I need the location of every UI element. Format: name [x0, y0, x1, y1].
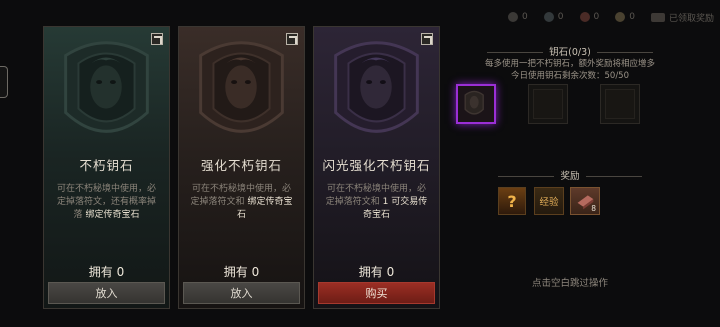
- keystone-card-empowered[interactable]: 强化不朽钥石 可在不朽秘境中使用，必定掉落符文和 绑定传奇宝石 拥有 0 放入: [178, 26, 305, 309]
- expand-icon[interactable]: [286, 33, 298, 45]
- buy-button[interactable]: 购买: [318, 282, 435, 304]
- carved-face-icon: [199, 41, 284, 133]
- keystone-art-radiant: [314, 27, 439, 147]
- skip-hint: 点击空白跳过操作: [531, 278, 608, 289]
- keystone-slot-3[interactable]: [600, 84, 640, 124]
- currency-gem: 0: [508, 12, 528, 22]
- keystone-info-line1: 每多使用一把不朽钥石，额外奖励将相应增多: [484, 59, 655, 69]
- keystone-info-line2: 今日使用钥石剩余次数：50/50: [511, 71, 629, 81]
- empty-slot: [533, 89, 563, 119]
- gold-orb-icon: [615, 12, 626, 22]
- card-title: 强化不朽钥石: [200, 158, 282, 173]
- keystone-slot-1[interactable]: [456, 84, 496, 124]
- owned-count: 拥有 0: [358, 265, 395, 279]
- insert-button[interactable]: 放入: [48, 282, 165, 304]
- claimed-reward-icon: [650, 12, 665, 22]
- keystone-art-immortal: [44, 27, 169, 147]
- owned-count: 拥有 0: [223, 265, 260, 279]
- keystone-art-empowered: [179, 27, 304, 147]
- carved-face-icon: [334, 41, 419, 133]
- insert-button[interactable]: 放入: [183, 282, 300, 304]
- reward-section-title: 奖励: [465, 168, 675, 182]
- claimed-reward[interactable]: 已领取奖励: [650, 11, 714, 24]
- currency-red-orb: 0: [579, 12, 599, 22]
- divider: [498, 176, 555, 177]
- currency-gold-orb: 0: [615, 12, 635, 22]
- card-title: 闪光强化不朽钥石: [322, 158, 431, 173]
- card-description: 可在不朽秘境中使用，必定掉落符文，还有概率掉落 绑定传奇宝石: [56, 184, 156, 220]
- keystone-face-icon: [464, 90, 484, 115]
- experience-icon: 经验: [539, 197, 559, 208]
- keystone-card-radiant[interactable]: 闪光强化不朽钥石 可在不朽秘境中使用，必定掉落符文和 1 可交易传奇宝石 拥有 …: [313, 26, 440, 309]
- keystone-slot-2[interactable]: [528, 84, 568, 124]
- owned-count: 拥有 0: [88, 265, 125, 279]
- card-description: 可在不朽秘境中使用，必定掉落符文和 1 可交易传奇宝石: [325, 184, 428, 220]
- expand-icon[interactable]: [421, 33, 433, 45]
- side-drawer-tab[interactable]: [0, 66, 8, 98]
- gem-icon: [508, 12, 519, 22]
- expand-icon[interactable]: [151, 33, 163, 45]
- keystone-section-title: 钥石(0/3): [465, 44, 675, 58]
- keystone-card-immortal[interactable]: 不朽钥石 可在不朽秘境中使用，必定掉落符文，还有概率掉落 绑定传奇宝石 拥有 0…: [43, 26, 170, 309]
- mystery-reward[interactable]: ?: [498, 187, 526, 215]
- currency-crystal: 0: [543, 12, 564, 22]
- red-orb-icon: [579, 12, 590, 22]
- experience-reward[interactable]: 经验: [534, 187, 564, 215]
- divider: [585, 176, 642, 177]
- card-title: 不朽钥石: [79, 158, 134, 173]
- empty-slot: [605, 89, 635, 119]
- crystal-icon: [543, 12, 554, 22]
- carved-face-icon: [64, 41, 149, 133]
- divider: [487, 52, 544, 53]
- reward-count: 8: [591, 204, 596, 213]
- divider: [596, 52, 653, 53]
- card-description: 可在不朽秘境中使用，必定掉落符文和 绑定传奇宝石: [190, 184, 293, 220]
- mystery-reward-icon: ?: [507, 191, 517, 211]
- material-reward[interactable]: 8: [570, 187, 600, 215]
- currency-bar: 0 0 0 0 已领取奖励: [508, 8, 714, 26]
